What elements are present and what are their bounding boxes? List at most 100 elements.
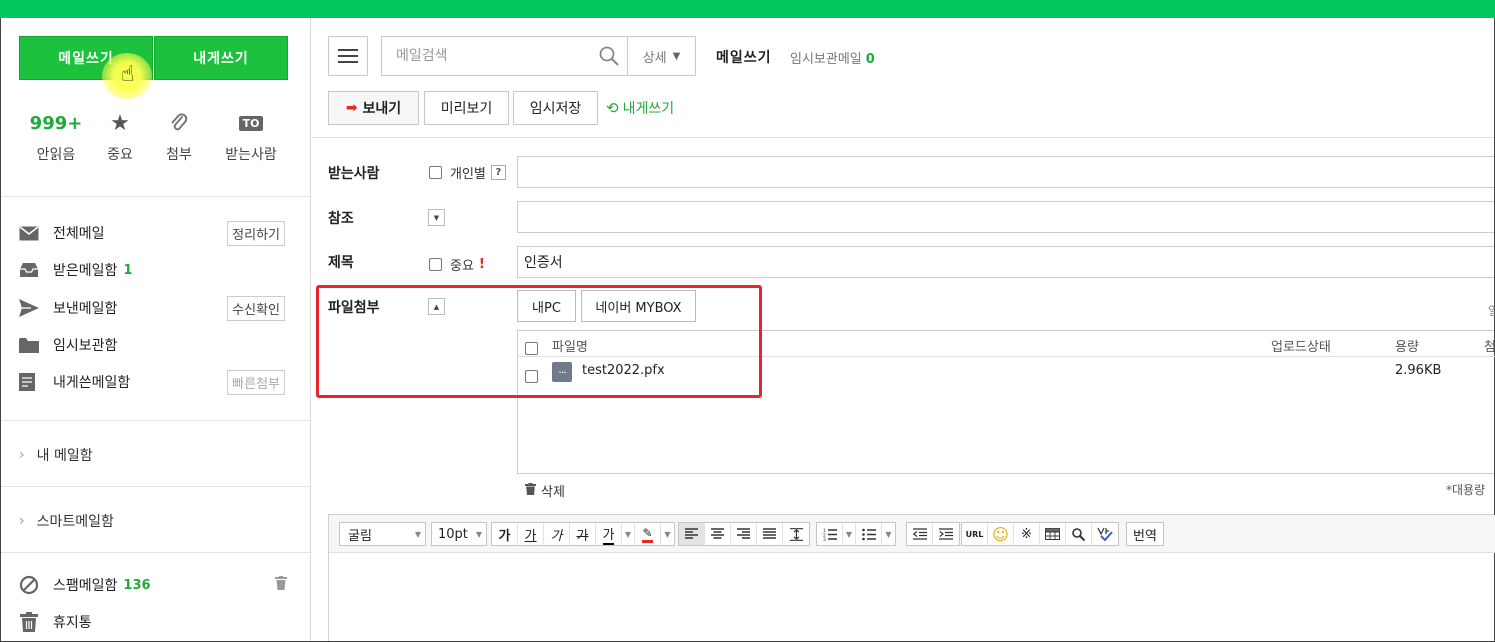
menu-button[interactable]: [328, 36, 368, 76]
highlight-color-dropdown[interactable]: ▼: [661, 523, 674, 545]
search-icon[interactable]: [591, 46, 627, 66]
sidebar-item-label: 내게쓴메일함: [53, 375, 131, 391]
justify-button[interactable]: [757, 523, 783, 545]
search-input[interactable]: [382, 38, 591, 74]
numbered-list-button[interactable]: 123: [817, 523, 843, 545]
bulk-attachment-note: *대용량: [1446, 483, 1486, 497]
sidebar-folder-my-mailbox[interactable]: › 내 메일함: [19, 445, 93, 465]
align-center-button[interactable]: [705, 523, 731, 545]
align-right-button[interactable]: [731, 523, 757, 545]
send-button[interactable]: ➡ 보내기: [328, 91, 419, 125]
write-to-self-button[interactable]: 내게쓰기: [154, 36, 288, 80]
drafts-label: 임시보관메일: [790, 52, 862, 67]
cc-dropdown-toggle[interactable]: ▼: [428, 209, 445, 226]
indent-button[interactable]: [933, 523, 959, 545]
sidebar-divider: [1, 552, 310, 553]
spellcheck-icon: [1097, 527, 1113, 541]
font-family-value: 굴림: [348, 528, 372, 544]
save-draft-button[interactable]: 임시저장: [513, 91, 598, 125]
quick-attachment[interactable]: 첨부: [144, 110, 214, 164]
detail-search-dropdown[interactable]: 상세 ▼: [628, 36, 696, 76]
bullet-list-button[interactable]: [856, 523, 882, 545]
star-icon: ★: [110, 110, 130, 136]
organize-button[interactable]: 정리하기: [227, 220, 285, 246]
magnifier-icon: [1072, 527, 1085, 541]
editor-area[interactable]: 굴림 ▼ 10pt ▼ 가 가 가 가 가 ▼ ✎ ▼ 1 2 3 ▼ ▼ UR…: [328, 514, 1495, 641]
self-write-link[interactable]: ⟲ 내게쓰기: [606, 98, 674, 118]
highlight-color-button[interactable]: ✎: [635, 523, 661, 545]
spellcheck-button[interactable]: [1092, 523, 1118, 545]
to-input[interactable]: [517, 156, 1494, 188]
sidebar-item-all-mail[interactable]: 전체메일 정리하기: [19, 219, 299, 247]
quick-unread-label: 안읽음: [36, 147, 76, 163]
read-receipt-button[interactable]: 수신확인: [227, 295, 285, 321]
outdent-button[interactable]: [907, 523, 933, 545]
delete-attachment-button[interactable]: 삭제: [525, 481, 565, 500]
folder-label: 내 메일함: [36, 448, 93, 464]
smiley-icon: ☺: [992, 524, 1009, 544]
underline-button[interactable]: 가: [518, 523, 544, 545]
font-color-dropdown[interactable]: ▼: [622, 523, 635, 545]
sidebar-item-sent[interactable]: 보낸메일함 수신확인: [19, 294, 299, 322]
trash-icon: [525, 482, 536, 499]
table-icon: [1045, 528, 1060, 540]
caret-down-icon: ▼: [475, 529, 482, 539]
important-checkbox[interactable]: [429, 258, 442, 271]
numbered-list-dropdown[interactable]: ▼: [843, 523, 856, 545]
emoticon-button[interactable]: ☺: [988, 523, 1014, 545]
my-pc-button[interactable]: 내PC: [517, 290, 576, 322]
font-size-select[interactable]: 10pt ▼: [431, 522, 487, 546]
folder-label: 스마트메일함: [36, 514, 114, 530]
special-char-button[interactable]: ※: [1014, 523, 1040, 545]
help-icon[interactable]: ?: [490, 165, 506, 180]
drafts-link[interactable]: 임시보관메일 0: [790, 48, 875, 67]
find-replace-button[interactable]: [1066, 523, 1092, 545]
individual-checkbox[interactable]: [429, 166, 442, 179]
align-left-button[interactable]: [679, 523, 705, 545]
insert-link-button[interactable]: URL: [962, 523, 988, 545]
individual-option[interactable]: 개인별 ?: [429, 163, 506, 182]
unread-count: 999+: [29, 112, 83, 134]
red-arrow-icon: ➡: [345, 100, 358, 116]
file-checkbox[interactable]: [525, 370, 538, 383]
bold-button[interactable]: 가: [492, 523, 518, 545]
write-mail-button[interactable]: 메일쓰기: [19, 36, 153, 80]
sidebar-divider: [1, 486, 310, 487]
strikethrough-button[interactable]: 가: [570, 523, 596, 545]
translate-label: 번역: [1133, 528, 1157, 544]
translate-button[interactable]: 번역: [1126, 522, 1164, 546]
sidebar-item-drafts[interactable]: 임시보관함: [19, 331, 299, 359]
inbox-tray-icon: [19, 262, 43, 278]
line-height-button[interactable]: [783, 523, 809, 545]
file-name: test2022.pfx: [582, 363, 665, 378]
editor-toolbar: 굴림 ▼ 10pt ▼ 가 가 가 가 가 ▼ ✎ ▼ 1 2 3 ▼ ▼ UR…: [329, 515, 1495, 553]
caret-down-icon: ▼: [414, 529, 421, 539]
sidebar-item-self-sent[interactable]: 내게쓴메일함 빠른첨부: [19, 368, 299, 396]
cc-input[interactable]: [517, 201, 1494, 233]
table-row[interactable]: ··· test2022.pfx 2.96KB: [518, 358, 1495, 386]
quick-unread[interactable]: 999+ 안읽음: [21, 110, 91, 164]
italic-button[interactable]: 가: [544, 523, 570, 545]
empty-spam-trash-icon[interactable]: [275, 576, 287, 594]
sidebar-item-trash[interactable]: 휴지통: [19, 608, 299, 636]
sidebar-item-inbox[interactable]: 받은메일함 1: [19, 256, 299, 284]
quick-attach-button[interactable]: 빠른첨부: [227, 369, 285, 395]
font-color-button[interactable]: 가: [596, 523, 622, 545]
table-button[interactable]: [1040, 523, 1066, 545]
table-header: 파일명 업로드상태 용량 첨: [518, 331, 1495, 357]
select-all-checkbox[interactable]: [525, 342, 538, 355]
envelope-icon: [19, 225, 43, 241]
mybox-button[interactable]: 네이버 MYBOX: [581, 290, 696, 322]
attach-collapse-toggle[interactable]: ▲: [428, 298, 445, 315]
numbered-list-icon: 123: [823, 528, 837, 541]
preview-button[interactable]: 미리보기: [424, 91, 509, 125]
important-option[interactable]: 중요 !: [429, 255, 485, 274]
font-family-select[interactable]: 굴림 ▼: [339, 522, 426, 546]
justify-icon: [763, 528, 776, 539]
sidebar-item-spam[interactable]: 스팸메일함 136: [19, 571, 299, 599]
subject-input[interactable]: 인증서: [517, 246, 1494, 278]
quick-recipient[interactable]: TO 받는사람: [216, 110, 286, 164]
sidebar-item-label: 보낸메일함: [53, 301, 118, 317]
sidebar-folder-smart-mailbox[interactable]: › 스마트메일함: [19, 511, 114, 531]
bullet-list-dropdown[interactable]: ▼: [882, 523, 895, 545]
